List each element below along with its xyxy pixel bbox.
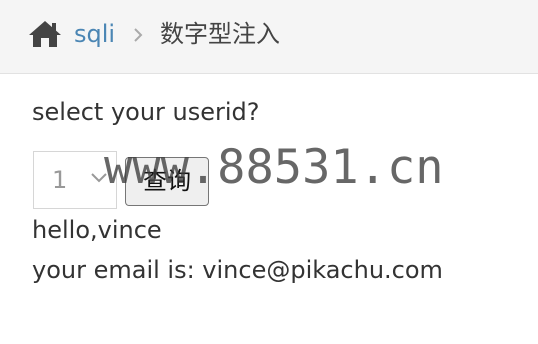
query-button[interactable]: 查询 [125,157,209,206]
breadcrumb: sqli 数字型注入 [0,0,538,74]
home-icon[interactable] [27,19,63,49]
chevron-down-icon [91,173,107,183]
breadcrumb-current: 数字型注入 [160,20,280,48]
chevron-right-icon [134,28,143,42]
userid-prompt: select your userid? [32,98,260,126]
userid-select-value: 1 [52,166,68,194]
breadcrumb-link-sqli[interactable]: sqli [74,18,115,50]
result-greeting: hello,vince [32,216,162,244]
page: sqli 数字型注入 select your userid? 1 查询 www.… [0,0,538,344]
result-email: your email is: vince@pikachu.com [32,256,443,284]
userid-select[interactable]: 1 [33,151,117,209]
